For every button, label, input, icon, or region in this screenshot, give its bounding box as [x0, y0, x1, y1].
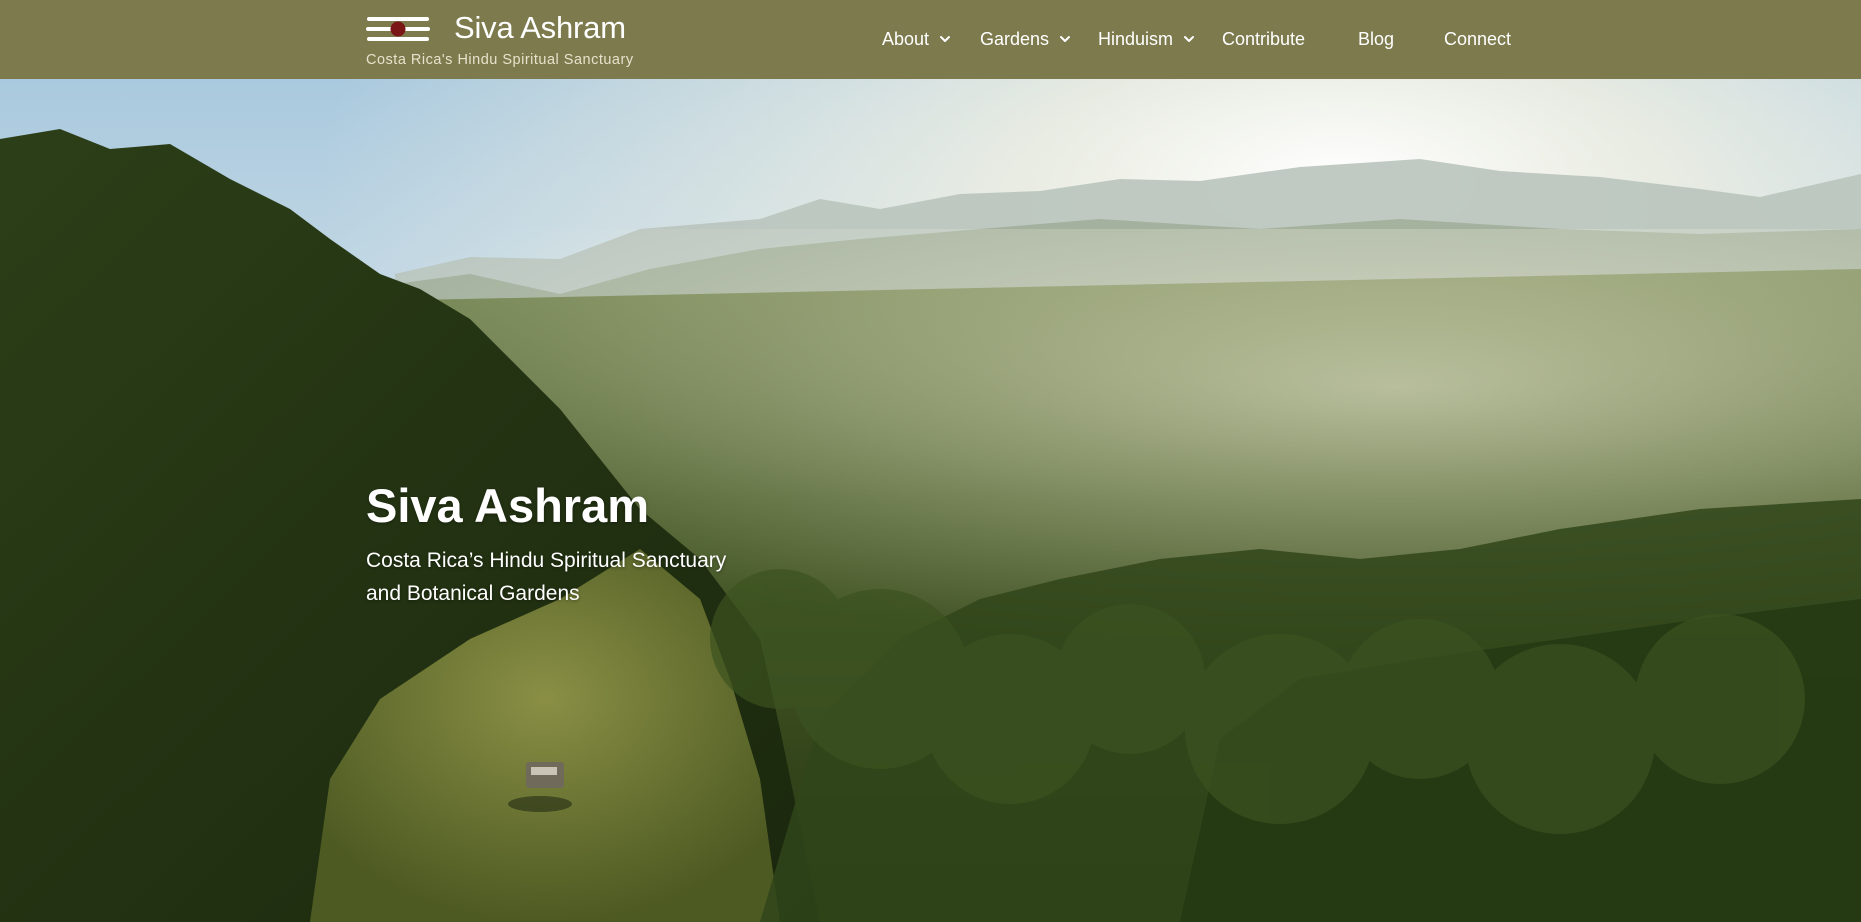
nav-label-blog: Blog — [1358, 29, 1395, 49]
nav-item-gardens[interactable]: Gardens — [980, 27, 1072, 51]
site-title[interactable]: Siva Ashram — [454, 10, 626, 46]
nav-item-contribute[interactable]: Contribute — [1222, 27, 1305, 51]
hero-section: Siva Ashram Costa Rica’s Hindu Spiritual… — [0, 79, 1861, 922]
hero-landscape-image — [0, 79, 1861, 922]
site-header: Siva Ashram Costa Rica's Hindu Spiritual… — [0, 0, 1861, 79]
nav-label-contribute: Contribute — [1222, 29, 1306, 49]
hero-subtitle-line-2: and Botanical Gardens — [366, 582, 580, 605]
main-nav: About Gardens Hinduism Contribute Blog C… — [0, 0, 1861, 79]
nav-label-about: About — [882, 29, 930, 49]
tilaka-logo-icon[interactable] — [366, 14, 430, 44]
hero-subtitle: Costa Rica’s Hindu Spiritual Sanctuary an… — [366, 544, 786, 610]
chevron-down-icon — [940, 36, 951, 42]
nav-label-gardens: Gardens — [980, 29, 1050, 49]
site-tagline: Costa Rica's Hindu Spiritual Sanctuary — [366, 52, 634, 68]
nav-item-about[interactable]: About — [882, 27, 952, 51]
chevron-down-icon — [1184, 36, 1195, 42]
nav-item-blog[interactable]: Blog — [1358, 27, 1394, 51]
nav-item-connect[interactable]: Connect — [1444, 27, 1511, 51]
hero-subtitle-line-1: Costa Rica’s Hindu Spiritual Sanctuary — [366, 549, 727, 572]
chevron-down-icon — [1060, 36, 1071, 42]
nav-label-connect: Connect — [1444, 29, 1512, 49]
nav-item-hinduism[interactable]: Hinduism — [1098, 27, 1196, 51]
hero-title: Siva Ashram — [366, 479, 650, 532]
nav-label-hinduism: Hinduism — [1098, 29, 1174, 49]
